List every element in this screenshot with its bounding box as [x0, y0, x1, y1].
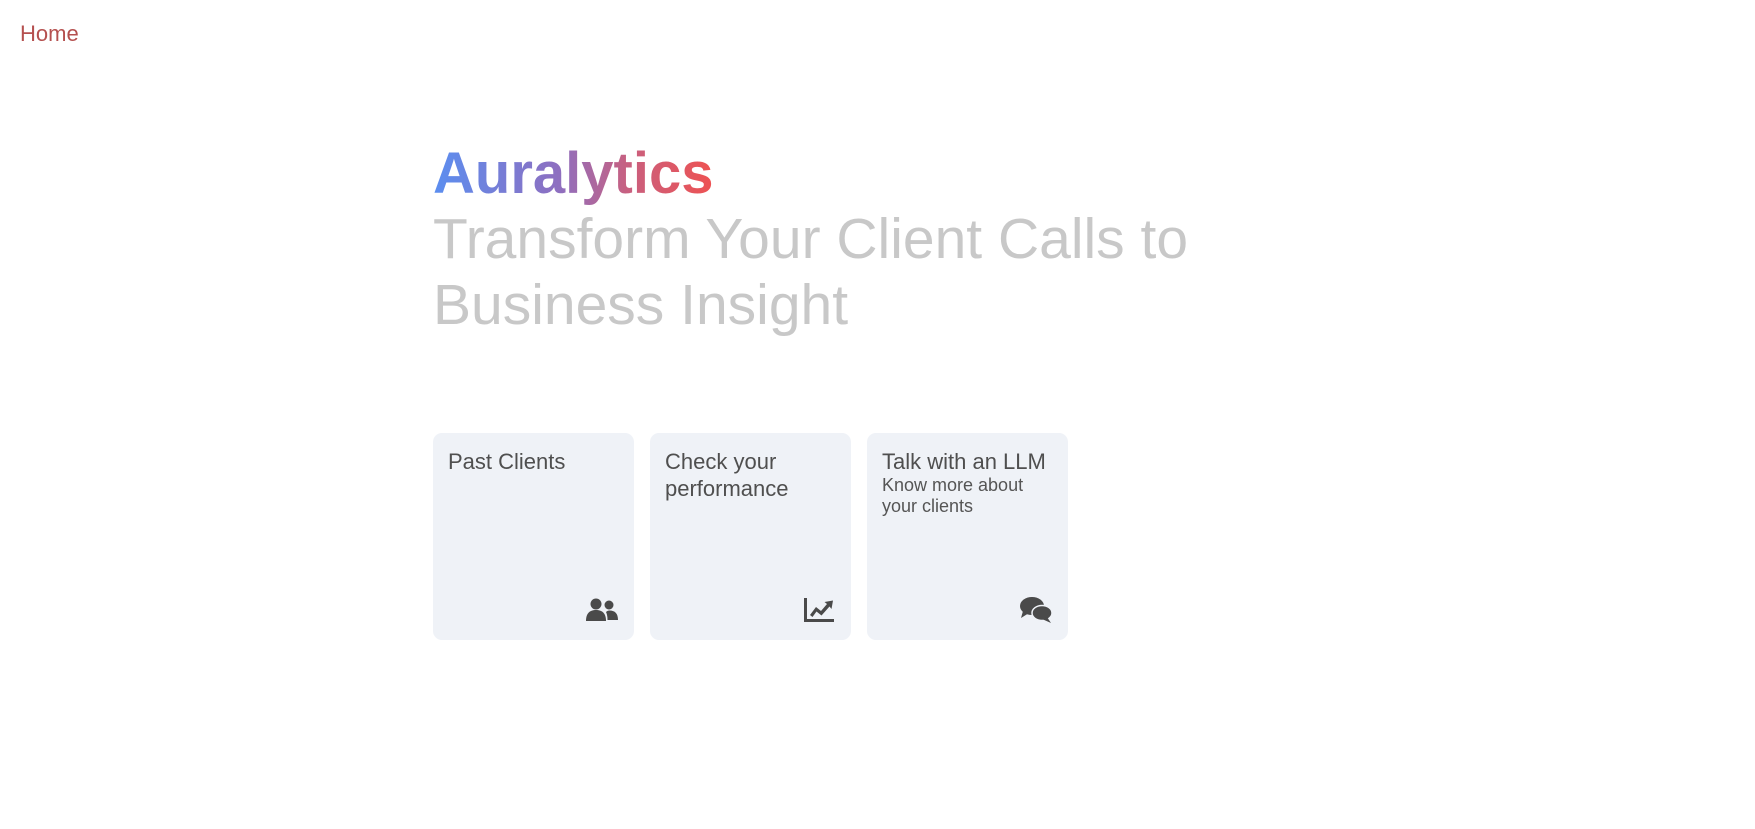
nav-home-link[interactable]: Home	[20, 21, 79, 46]
users-icon	[586, 596, 618, 624]
card-description: Know more about your clients	[882, 475, 1024, 516]
card-title: Check your performance	[665, 449, 789, 501]
comments-icon	[1020, 596, 1052, 624]
card-talk-llm[interactable]: Talk with an LLM Know more about your cl…	[867, 433, 1068, 640]
brand-title: Auralytics	[433, 141, 714, 206]
hero-section: Auralytics Transform Your Client Calls t…	[433, 142, 1253, 338]
feature-cards: Past Clients Check your performance Talk…	[433, 433, 1068, 640]
hero-tagline: Transform Your Client Calls to Business …	[433, 207, 1189, 337]
card-title: Talk with an LLM	[882, 449, 1046, 474]
chart-line-icon	[803, 596, 835, 624]
card-title: Past Clients	[448, 449, 566, 474]
card-past-clients[interactable]: Past Clients	[433, 433, 634, 640]
card-check-performance[interactable]: Check your performance	[650, 433, 851, 640]
top-nav: Home	[20, 21, 79, 47]
